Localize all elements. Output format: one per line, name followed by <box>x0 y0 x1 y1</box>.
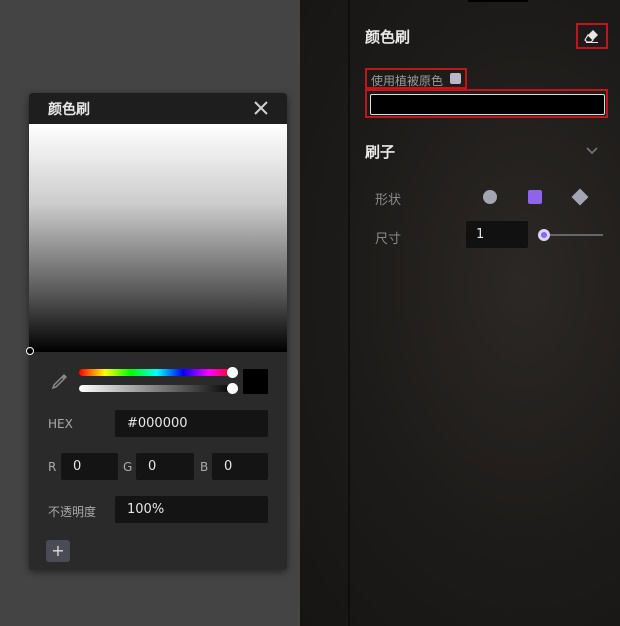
saturation-value-area[interactable] <box>29 124 287 352</box>
panel-divider <box>348 0 350 626</box>
b-input[interactable]: 0 <box>212 453 268 480</box>
hue-slider-thumb[interactable] <box>227 367 238 378</box>
b-label: B <box>200 460 209 474</box>
eraser-icon <box>584 30 598 43</box>
size-input[interactable]: 1 <box>466 221 528 248</box>
opacity-label: 不透明度 <box>48 505 97 519</box>
current-color-swatch <box>243 369 268 394</box>
g-input[interactable]: 0 <box>136 453 194 480</box>
hue-slider[interactable] <box>79 369 235 376</box>
saturation-value-handle[interactable] <box>26 347 34 355</box>
size-slider-thumb[interactable] <box>538 229 550 241</box>
r-input[interactable]: 0 <box>61 453 118 480</box>
color-picker-popup: 颜色刷 HEX #000000 R 0 G 0 B 0 不透明度 100% + <box>26 93 287 570</box>
panel-title: 颜色刷 <box>365 28 411 46</box>
hex-input[interactable]: #000000 <box>115 410 268 437</box>
add-swatch-button[interactable]: + <box>46 540 70 562</box>
size-label: 尺寸 <box>375 232 402 247</box>
opacity-input[interactable]: 100% <box>115 496 268 523</box>
chevron-down-icon[interactable] <box>584 142 600 158</box>
r-label: R <box>48 460 57 474</box>
eyedropper-icon[interactable] <box>51 372 69 390</box>
brush-color-field-highlight <box>365 89 608 118</box>
shape-label: 形状 <box>375 193 402 208</box>
close-icon[interactable] <box>251 98 271 118</box>
use-original-color-label: 使用植被原色 <box>371 74 444 88</box>
size-slider[interactable] <box>544 234 603 236</box>
brush-section-title: 刷子 <box>365 143 396 161</box>
g-label: G <box>123 460 133 474</box>
use-original-color-toggle[interactable]: 使用植被原色 <box>365 68 467 89</box>
alpha-slider[interactable] <box>79 385 235 392</box>
top-edge-tab <box>468 0 528 2</box>
brush-color-field[interactable] <box>370 94 605 115</box>
picker-title: 颜色刷 <box>48 102 90 118</box>
picker-header: 颜色刷 <box>29 93 287 124</box>
hex-label: HEX <box>48 417 73 431</box>
use-original-color-checkbox[interactable] <box>450 73 461 84</box>
shape-circle-option[interactable] <box>483 190 497 204</box>
shape-square-option[interactable] <box>528 190 542 204</box>
alpha-slider-thumb[interactable] <box>227 383 238 394</box>
eraser-button[interactable] <box>576 23 608 49</box>
